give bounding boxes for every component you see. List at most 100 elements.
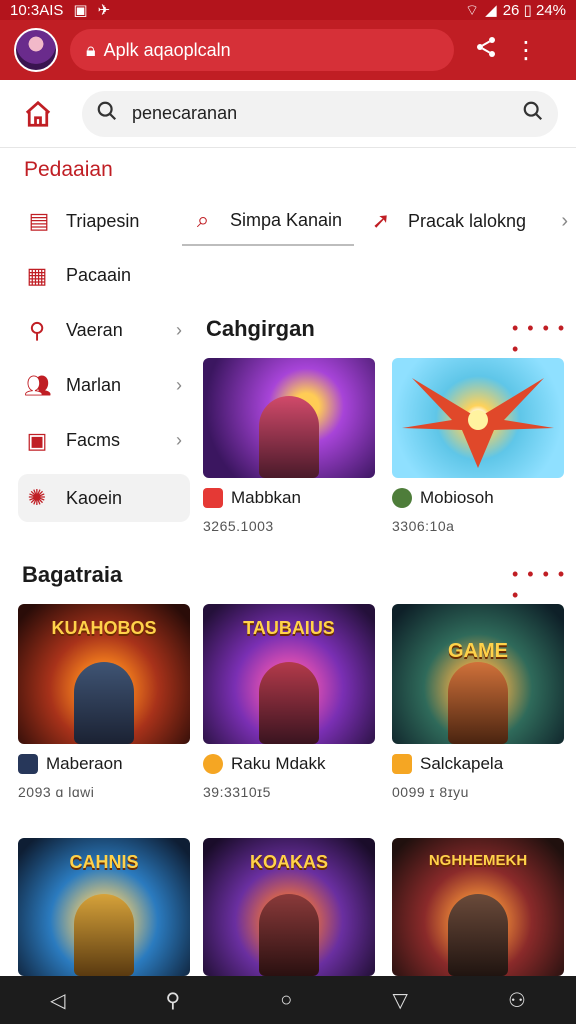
game-card[interactable]: KOAKAS — [203, 838, 375, 976]
tab-label: Triapesin — [66, 210, 140, 231]
character-art — [448, 662, 508, 744]
sidebar-item-label: Facms — [66, 430, 120, 450]
tab-triapesin[interactable]: ▤ Triapesin — [18, 196, 176, 246]
chevron-right-icon: › — [176, 320, 182, 340]
game-card[interactable]: CAHNIS — [18, 838, 190, 976]
sidebar-item-label: Vaeran — [66, 320, 123, 340]
card-title: Maberaon — [46, 754, 123, 773]
game-thumbnail: TAUBAIUS — [203, 604, 375, 744]
card-title: Mabbkan — [231, 488, 301, 507]
notification-icon: ▣ — [73, 2, 88, 19]
chevron-right-icon: › — [176, 430, 182, 450]
game-thumbnail: KOAKAS — [203, 838, 375, 976]
card-subtitle: 3265.1003 — [203, 518, 274, 534]
url-bar[interactable]: 🔒︎ Aplk aqaoplcaln — [70, 29, 454, 71]
sidebar-item-kaoein[interactable]: ✺ Kaoein — [18, 474, 190, 522]
back-icon[interactable]: ◁ — [50, 988, 65, 1013]
search-submit-icon[interactable] — [522, 100, 544, 127]
card-title: Mobiosoh — [420, 488, 494, 507]
sidebar-item-label: Marlan — [66, 375, 122, 395]
card-title: Salckapela — [420, 754, 504, 773]
phoenix-art — [402, 378, 554, 468]
card-subtitle: 2093 ɑ lɑwi — [18, 784, 95, 800]
thumb-title: NGHHEMEKH — [428, 852, 528, 869]
sidebar-item-facms[interactable]: ▣ Facms › — [18, 413, 190, 468]
top-tabs: ▤ Triapesin ⌕ Simpa Kanain ➚ Pracak lalo… — [18, 196, 568, 246]
character-art — [74, 662, 134, 744]
section-label: Pedaaian — [24, 158, 113, 181]
character-art — [259, 396, 319, 478]
calendar-icon: ▦ — [26, 262, 48, 288]
share-icon[interactable] — [466, 35, 506, 66]
tab-simpa-kanain[interactable]: ⌕ Simpa Kanain — [182, 196, 354, 246]
game-thumbnail: NGHHEMEKH — [392, 838, 564, 976]
system-nav-bar: ◁ ⚲ ○ ▽ ⚇ — [0, 976, 576, 1024]
sidebar-item-label: Pacaain — [66, 265, 132, 285]
status-bar: 10:3AIS ▣ ✈ ⌔ ◢ 26 ▯ 24% — [0, 0, 576, 20]
frame-icon: ▣ — [26, 427, 48, 453]
game-thumbnail — [203, 358, 375, 478]
chevron-right-icon[interactable]: › — [561, 210, 568, 233]
search-icon: ⚲ — [28, 317, 46, 343]
game-card[interactable]: NGHHEMEKH — [392, 838, 564, 976]
status-right: 26 ▯ 24% — [502, 2, 566, 19]
wifi-icon: ⌔ — [465, 1, 480, 19]
sidebar-item-vaeran[interactable]: ⚲ Vaeran › — [18, 303, 190, 358]
card-subtitle: 39:3310ɪ5 — [203, 784, 271, 800]
sidebar-item-marlan[interactable]: 👥︎ Marlan › — [18, 358, 190, 413]
thumb-title: GAME — [448, 640, 508, 662]
more-vert-icon[interactable]: ⋮ — [506, 36, 546, 65]
game-card[interactable]: TAUBAIUS Raku Mdakk 39:3310ɪ5 — [203, 604, 375, 800]
card-subtitle: 0099 ɪ 8ɪyu — [392, 784, 469, 800]
card-title: Raku Mdakk — [231, 754, 326, 773]
home-icon[interactable] — [18, 99, 58, 129]
app-badge-icon — [392, 488, 412, 508]
character-art — [259, 894, 319, 976]
thumb-title: TAUBAIUS — [243, 618, 335, 638]
app-badge-icon — [203, 754, 223, 774]
gamepad-icon: ✺ — [27, 485, 47, 510]
app-badge-icon — [392, 754, 412, 774]
thumb-title: KOAKAS — [249, 852, 328, 872]
character-art — [448, 894, 508, 976]
signal-icon: ◢ — [485, 2, 497, 19]
app-badge-icon — [18, 754, 38, 774]
category-heading: Cahgirgan — [206, 316, 315, 341]
arrow-icon: ➚ — [371, 208, 391, 233]
sidebar-item-label: Kaoein — [66, 487, 123, 508]
tab-label: Simpa Kanain — [230, 209, 343, 230]
status-time: 10:3AIS — [10, 1, 64, 19]
search-row: penecaranan — [0, 80, 576, 148]
sidebar-item-pacaain[interactable]: ▦ Pacaain — [18, 248, 190, 303]
people-icon: 👥︎ — [24, 372, 52, 398]
more-dots-icon[interactable]: • • • • • — [512, 564, 576, 606]
tab-label: Pracak lalokng — [408, 210, 527, 231]
more-dots-icon[interactable]: • • • • • — [512, 318, 576, 360]
game-card[interactable]: GAME Salckapela 0099 ɪ 8ɪyu — [392, 604, 564, 800]
chevron-right-icon: › — [176, 375, 182, 395]
app-bar: 🔒︎ Aplk aqaoplcaln ⋮ — [0, 20, 576, 80]
game-thumbnail: GAME — [392, 604, 564, 744]
game-card[interactable]: Mabbkan 3265.1003 — [203, 358, 375, 534]
shield-icon[interactable]: ▽ — [392, 988, 407, 1013]
character-art — [74, 894, 134, 976]
side-menu: ▦ Pacaain ⚲ Vaeran › 👥︎ Marlan › ▣ Facms… — [18, 248, 190, 522]
search-input[interactable]: penecaranan — [82, 90, 558, 137]
character-art — [259, 662, 319, 744]
game-thumbnail: CAHNIS — [18, 838, 190, 976]
search-icon[interactable]: ⚲ — [166, 988, 181, 1013]
location-icon: ✈ — [97, 2, 111, 19]
app-badge-icon — [203, 488, 223, 508]
search-square-icon: ⌕ — [196, 207, 210, 232]
game-card[interactable]: KUAHOBOS Maberaon 2093 ɑ lɑwi — [18, 604, 190, 800]
avatar[interactable] — [14, 28, 58, 72]
thumb-title: KUAHOBOS — [51, 618, 157, 638]
game-thumbnail: KUAHOBOS — [18, 604, 190, 744]
lock-icon: 🔒︎ — [86, 39, 96, 60]
home-nav-icon[interactable]: ○ — [280, 989, 292, 1012]
thumb-title: CAHNIS — [69, 852, 139, 872]
profile-icon[interactable]: ⚇ — [508, 988, 526, 1013]
game-thumbnail — [392, 358, 564, 478]
game-card[interactable]: Mobiosoh 3306:10a — [392, 358, 564, 534]
tab-pracak-lalokng[interactable]: ➚ Pracak lalokng — [360, 196, 544, 246]
